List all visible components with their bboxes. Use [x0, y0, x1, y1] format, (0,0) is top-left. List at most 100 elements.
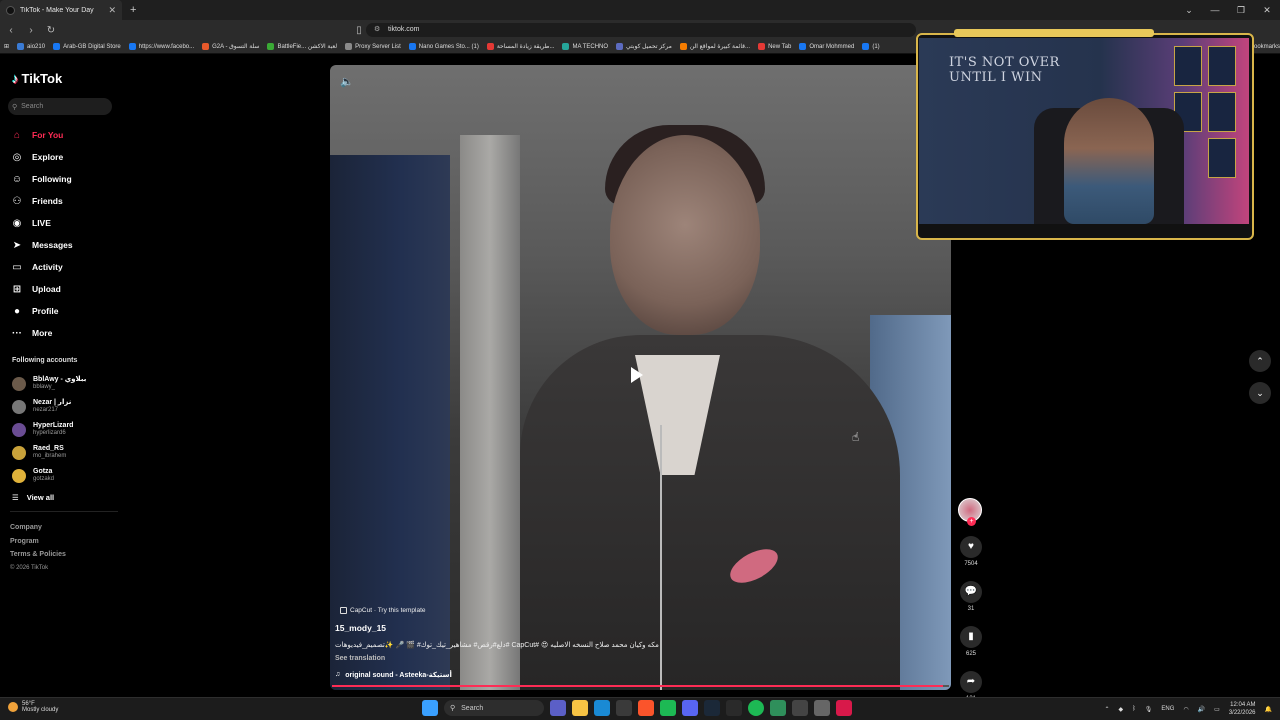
bookmark-item[interactable]: Nano Games Sto... (1): [408, 43, 479, 50]
epic-games-icon[interactable]: [726, 700, 742, 716]
clock[interactable]: 12:04 AM 3/22/2026: [1229, 701, 1256, 717]
video-sound-link[interactable]: ♫ original sound - Asteeka-أستيكة: [335, 671, 452, 679]
tab-search-icon[interactable]: ⌄: [1176, 0, 1202, 20]
url-bar[interactable]: ⚙ tiktok.com: [366, 23, 916, 37]
back-button[interactable]: ‹: [4, 25, 18, 36]
taskbar-search[interactable]: ⚲ Search: [444, 700, 544, 716]
video-player[interactable]: 🔈 CapCut · Try this template 15_mody_15 …: [330, 65, 951, 690]
bookmark-item[interactable]: BattleFie... لعبة الاكشن: [267, 43, 337, 50]
capcut-template-link[interactable]: CapCut · Try this template: [340, 607, 426, 614]
sidebar-item-upload[interactable]: ⊞ Upload: [10, 278, 120, 300]
sidebar-item-for-you[interactable]: ⌂ For You: [10, 124, 120, 146]
footer-program-link[interactable]: Program: [10, 538, 66, 552]
store-icon[interactable]: [616, 700, 632, 716]
volume-tray-icon[interactable]: 🔊: [1198, 706, 1205, 713]
bluetooth-icon[interactable]: ᛒ: [1132, 706, 1136, 712]
bookmark-item[interactable]: aio210: [17, 43, 45, 50]
following-account[interactable]: BblAwy - ببلاوي bblawy_: [12, 372, 122, 395]
edge-icon[interactable]: [594, 700, 610, 716]
following-account[interactable]: Gotza gotzakd: [12, 464, 122, 487]
steam-icon[interactable]: [704, 700, 720, 716]
bookmark-item[interactable]: New Tab: [758, 43, 791, 50]
spotify-icon[interactable]: [748, 700, 764, 716]
video-progress-bar[interactable]: [332, 685, 949, 687]
sidebar-item-more[interactable]: ··· More: [10, 322, 120, 344]
new-tab-button[interactable]: +: [130, 4, 136, 16]
activity-icon: ▭: [12, 261, 22, 273]
brave-icon[interactable]: [638, 700, 654, 716]
following-account[interactable]: HyperLizard hyperlizard6: [12, 418, 122, 441]
bookmark-favicon-icon: [345, 43, 353, 50]
save-button[interactable]: ▮ 625: [958, 626, 984, 657]
see-translation-link[interactable]: See translation: [335, 655, 385, 662]
video-author[interactable]: 15_mody_15: [335, 623, 386, 633]
minimize-button[interactable]: —: [1202, 0, 1228, 20]
obs-icon[interactable]: [792, 700, 808, 716]
wifi-icon[interactable]: ◠: [1183, 706, 1188, 713]
account-handle: hyperlizard6: [33, 430, 66, 436]
bookmark-item[interactable]: G2A - سلة التسوق: [202, 43, 259, 50]
weather-icon: [8, 702, 18, 712]
settings-icon[interactable]: [814, 700, 830, 716]
xbox-icon[interactable]: [660, 700, 676, 716]
close-window-button[interactable]: ✕: [1254, 0, 1280, 20]
tray-chevron-icon[interactable]: ⌃: [1105, 706, 1110, 713]
file-explorer-icon[interactable]: [572, 700, 588, 716]
sidebar-item-live[interactable]: ◉ LIVE: [10, 212, 120, 234]
apps-icon[interactable]: ⊞: [4, 43, 9, 50]
view-all-link[interactable]: ☰ View all: [12, 493, 54, 502]
bookmark-item[interactable]: Arab-GB Digital Store: [53, 43, 121, 50]
follow-plus-icon[interactable]: +: [967, 517, 976, 526]
comment-button[interactable]: 💬 31: [958, 581, 984, 612]
valorant-icon[interactable]: [836, 700, 852, 716]
sidebar-item-following[interactable]: ☺ Following: [10, 168, 120, 190]
maximize-button[interactable]: ❐: [1228, 0, 1254, 20]
footer-company-link[interactable]: Company: [10, 524, 66, 538]
webcam-overlay: IT'S NOT OVER UNTIL I WIN: [919, 38, 1249, 224]
language-indicator[interactable]: ENG: [1161, 706, 1174, 712]
bookmark-label: MA TECHNO: [572, 43, 609, 50]
battery-icon[interactable]: ▭: [1214, 706, 1220, 713]
sidebar-item-messages[interactable]: ➤ Messages: [10, 234, 120, 256]
app-icon[interactable]: [770, 700, 786, 716]
search-input[interactable]: ⚲ Search: [8, 98, 112, 115]
notifications-icon[interactable]: 🔔: [1265, 706, 1272, 713]
account-name: Nezar | نزار: [33, 399, 72, 406]
all-bookmarks-button[interactable]: ookmarks: [1254, 44, 1280, 50]
close-tab-icon[interactable]: ✕: [108, 5, 116, 16]
reload-button[interactable]: ↻: [44, 25, 58, 36]
bookmark-icon[interactable]: ▯: [352, 25, 366, 36]
sidebar-item-profile[interactable]: ● Profile: [10, 300, 120, 322]
next-video-button[interactable]: ⌄: [1249, 382, 1271, 404]
bookmark-item[interactable]: MA TECHNO: [562, 43, 608, 50]
tiktok-logo[interactable]: ♪ TikTok: [12, 71, 62, 86]
creator-avatar[interactable]: +: [958, 498, 982, 526]
windows-start-icon[interactable]: [422, 700, 438, 716]
weather-widget[interactable]: 56°F Mostly cloudy: [8, 701, 58, 713]
bookmark-item[interactable]: Proxy Server List: [345, 43, 401, 50]
sidebar-item-explore[interactable]: ◎ Explore: [10, 146, 120, 168]
site-info-icon[interactable]: ⚙: [374, 23, 380, 37]
tray-app-icon[interactable]: ◆: [1119, 706, 1124, 713]
play-icon[interactable]: [631, 367, 643, 383]
discord-icon[interactable]: [682, 700, 698, 716]
bookmark-item[interactable]: طريقة زيادة المساحة...: [486, 43, 554, 50]
following-account[interactable]: Raed_RS mo_ibrahem: [12, 441, 122, 464]
forward-button[interactable]: ›: [24, 25, 38, 36]
previous-video-button[interactable]: ⌃: [1249, 350, 1271, 372]
bookmark-item[interactable]: مركز تحميل كوبتي: [616, 43, 672, 50]
footer-terms-link[interactable]: Terms & Policies: [10, 551, 66, 565]
volume-icon[interactable]: 🔈: [340, 75, 354, 88]
sidebar-item-friends[interactable]: ⚇ Friends: [10, 190, 120, 212]
bookmark-item[interactable]: (1): [862, 43, 880, 50]
like-button[interactable]: ♥ 7504: [958, 536, 984, 567]
browser-tab[interactable]: TikTok - Make Your Day ✕: [0, 0, 122, 20]
bookmark-item[interactable]: Omar Mohmmed: [799, 43, 854, 50]
bookmark-item[interactable]: قائمة كبيرة لمواقع الن...: [679, 43, 750, 50]
bookmark-item[interactable]: https://www.facebo...: [128, 43, 194, 50]
mic-icon[interactable]: 🎙: [1145, 706, 1153, 713]
save-count: 625: [965, 651, 976, 657]
teams-icon[interactable]: [550, 700, 566, 716]
following-account[interactable]: Nezar | نزار nezar217: [12, 395, 122, 418]
sidebar-item-activity[interactable]: ▭ Activity: [10, 256, 120, 278]
